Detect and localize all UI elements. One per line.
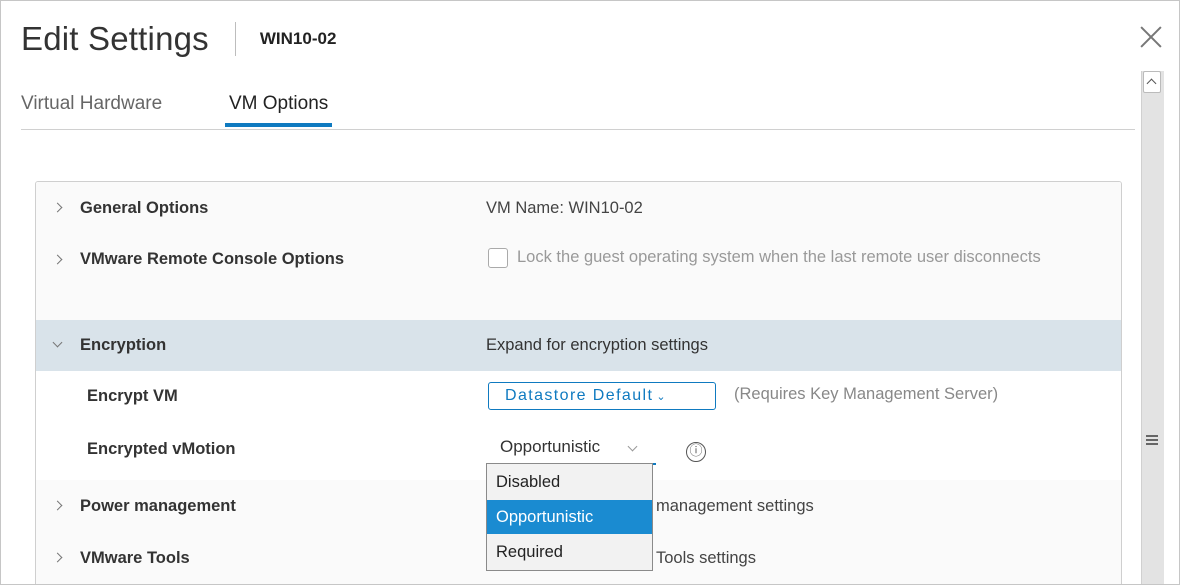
scroll-grip-icon[interactable]	[1146, 435, 1158, 445]
vmware-tools-value: Tools settings	[656, 549, 756, 567]
encrypted-vmotion-select[interactable]: Opportunistic	[488, 437, 656, 465]
encrypted-vmotion-selected-value: Opportunistic	[500, 437, 601, 456]
lock-guest-os-checkbox[interactable]	[488, 248, 508, 268]
chevron-right-icon[interactable]	[52, 552, 63, 563]
info-icon[interactable]: ⓘ	[686, 442, 706, 462]
option-required[interactable]: Required	[487, 535, 652, 569]
option-disabled[interactable]: Disabled	[487, 465, 652, 499]
tab-vm-options[interactable]: VM Options	[224, 93, 333, 127]
power-management-label: Power management	[80, 497, 236, 515]
tab-virtual-hardware[interactable]: Virtual Hardware	[21, 93, 162, 125]
chevron-right-icon[interactable]	[52, 254, 63, 265]
general-options-label: General Options	[80, 199, 209, 217]
option-opportunistic[interactable]: Opportunistic	[487, 500, 652, 534]
lock-guest-os-label: Lock the guest operating system when the…	[517, 248, 1041, 266]
tab-bar: Virtual Hardware VM Options	[21, 87, 1135, 130]
encryption-value: Expand for encryption settings	[486, 336, 708, 354]
chevron-down-icon	[627, 441, 638, 452]
vertical-scrollbar[interactable]	[1141, 71, 1164, 584]
encrypted-vmotion-label: Encrypted vMotion	[87, 440, 236, 458]
vm-name-subtitle: WIN10-02	[259, 29, 337, 48]
encrypt-vm-button-label: Datastore Default	[505, 387, 654, 404]
dialog-header: Edit Settings WIN10-02	[21, 19, 336, 59]
vmware-tools-label: VMware Tools	[80, 549, 190, 567]
row-remote-console-options[interactable]: VMware Remote Console Options Lock the g…	[36, 234, 1121, 321]
encrypted-vmotion-dropdown-list: Disabled Opportunistic Required	[486, 463, 653, 571]
chevron-down-icon[interactable]	[52, 337, 63, 348]
encrypt-vm-dropdown-button[interactable]: Datastore Default ⌄	[488, 382, 716, 410]
remote-console-label: VMware Remote Console Options	[80, 250, 345, 268]
row-encryption[interactable]: Encryption Expand for encryption setting…	[36, 320, 1121, 372]
encryption-label: Encryption	[80, 336, 167, 354]
chevron-right-icon[interactable]	[52, 500, 63, 511]
kms-requirement-note: (Requires Key Management Server)	[734, 385, 999, 403]
row-general-options[interactable]: General Options VM Name: WIN10-02	[36, 182, 1121, 235]
encrypt-vm-label: Encrypt VM	[87, 387, 178, 405]
row-encrypt-vm: Encrypt VM Datastore Default ⌄ (Requires …	[36, 371, 1121, 424]
chevron-down-icon: ⌄	[656, 391, 666, 403]
close-icon[interactable]	[1137, 23, 1165, 51]
general-options-value: VM Name: WIN10-02	[486, 199, 643, 217]
chevron-right-icon[interactable]	[52, 202, 63, 213]
scroll-up-icon[interactable]	[1143, 71, 1161, 93]
header-divider	[234, 22, 236, 56]
edit-settings-dialog: Edit Settings WIN10-02 Virtual Hardware …	[0, 0, 1180, 585]
dialog-title: Edit Settings	[21, 20, 209, 57]
power-management-value: management settings	[656, 497, 814, 515]
